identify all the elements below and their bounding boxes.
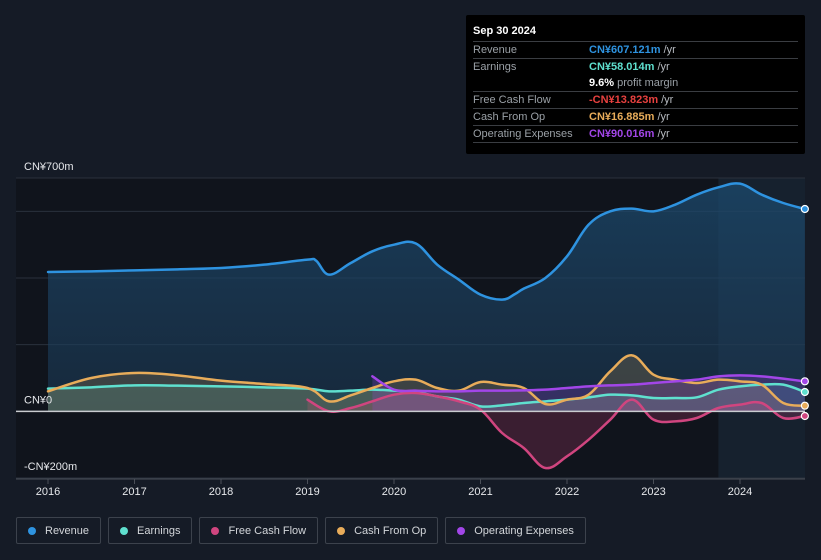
tooltip-unit: /yr	[661, 94, 674, 106]
legend-item-free-cash-flow[interactable]: Free Cash Flow	[199, 517, 319, 544]
x-tick-label: 2022	[555, 486, 579, 498]
profit-margin-value: 9.6%	[589, 77, 615, 89]
tooltip-label: Earnings	[473, 61, 517, 73]
legend-dot-icon	[120, 526, 129, 535]
tooltip-value: CN¥58.014m	[589, 61, 655, 73]
tooltip-label: Cash From Op	[473, 111, 546, 123]
y-tick-label: -CN¥200m	[24, 461, 77, 473]
tooltip-unit: /yr	[657, 61, 670, 73]
legend-item-operating-expenses[interactable]: Operating Expenses	[445, 517, 586, 544]
end-marker-free-cash-flow	[800, 411, 809, 421]
x-tick-label: 2020	[382, 486, 406, 498]
x-axis-ticks: 2016 2017 2018 2019 2020 2021 2022 2023 2024	[36, 479, 752, 498]
tooltip-date: Sep 30 2024	[473, 23, 798, 42]
legend-item-earnings[interactable]: Earnings	[108, 517, 193, 544]
tooltip-value: -CN¥13.823m	[589, 94, 659, 106]
legend-label: Cash From Op	[354, 524, 427, 537]
legend-label: Revenue	[45, 524, 90, 537]
tooltip-row-operating-expenses: Operating Expenses CN¥90.016m /yr	[473, 126, 798, 143]
end-marker-revenue	[800, 204, 809, 214]
tooltip-row-profit-margin: 9.6% profit margin	[473, 75, 798, 92]
tooltip-label: Operating Expenses	[473, 128, 573, 140]
tooltip-row-earnings: Earnings CN¥58.014m /yr	[473, 59, 798, 75]
tooltip-unit: /yr	[657, 111, 670, 123]
legend-label: Operating Expenses	[474, 524, 574, 537]
x-tick-label: 2017	[122, 486, 146, 498]
tooltip-row-cash-from-op: Cash From Op CN¥16.885m /yr	[473, 109, 798, 126]
tooltip-unit: /yr	[657, 128, 670, 140]
y-tick-label: CN¥0	[24, 394, 52, 406]
x-tick-label: 2018	[209, 486, 233, 498]
legend-dot-icon	[457, 526, 466, 535]
x-tick-label: 2016	[36, 486, 60, 498]
tooltip-label: Revenue	[473, 44, 518, 56]
tooltip-row-revenue: Revenue CN¥607.121m /yr	[473, 42, 798, 59]
tooltip-value: CN¥607.121m	[589, 44, 661, 56]
x-tick-label: 2019	[295, 486, 319, 498]
x-tick-label: 2024	[728, 486, 752, 498]
tooltip-unit: /yr	[663, 44, 676, 56]
legend-label: Free Cash Flow	[228, 524, 307, 537]
legend-item-cash-from-op[interactable]: Cash From Op	[325, 517, 439, 544]
end-marker-operating-expenses	[800, 377, 809, 386]
legend: Revenue Earnings Free Cash Flow Cash Fro…	[16, 517, 586, 544]
profit-margin-text: profit margin	[617, 77, 679, 89]
tooltip-panel: Sep 30 2024 Revenue CN¥607.121m /yr Earn…	[466, 15, 805, 154]
x-tick-label: 2021	[468, 486, 492, 498]
x-tick-label: 2023	[641, 486, 665, 498]
legend-dot-icon	[211, 526, 220, 535]
legend-label: Earnings	[137, 524, 181, 537]
y-tick-label: CN¥700m	[24, 161, 74, 173]
legend-dot-icon	[337, 526, 346, 535]
legend-item-revenue[interactable]: Revenue	[16, 517, 102, 544]
tooltip-label	[473, 75, 589, 91]
tooltip-row-free-cash-flow: Free Cash Flow -CN¥13.823m /yr	[473, 92, 798, 109]
end-marker-earnings	[800, 387, 809, 397]
tooltip-label: Free Cash Flow	[473, 94, 551, 106]
end-marker-cash-from-op	[800, 401, 809, 410]
tooltip-value: CN¥90.016m	[589, 128, 655, 140]
legend-dot-icon	[28, 526, 36, 535]
tooltip-value: CN¥16.885m	[589, 111, 655, 123]
